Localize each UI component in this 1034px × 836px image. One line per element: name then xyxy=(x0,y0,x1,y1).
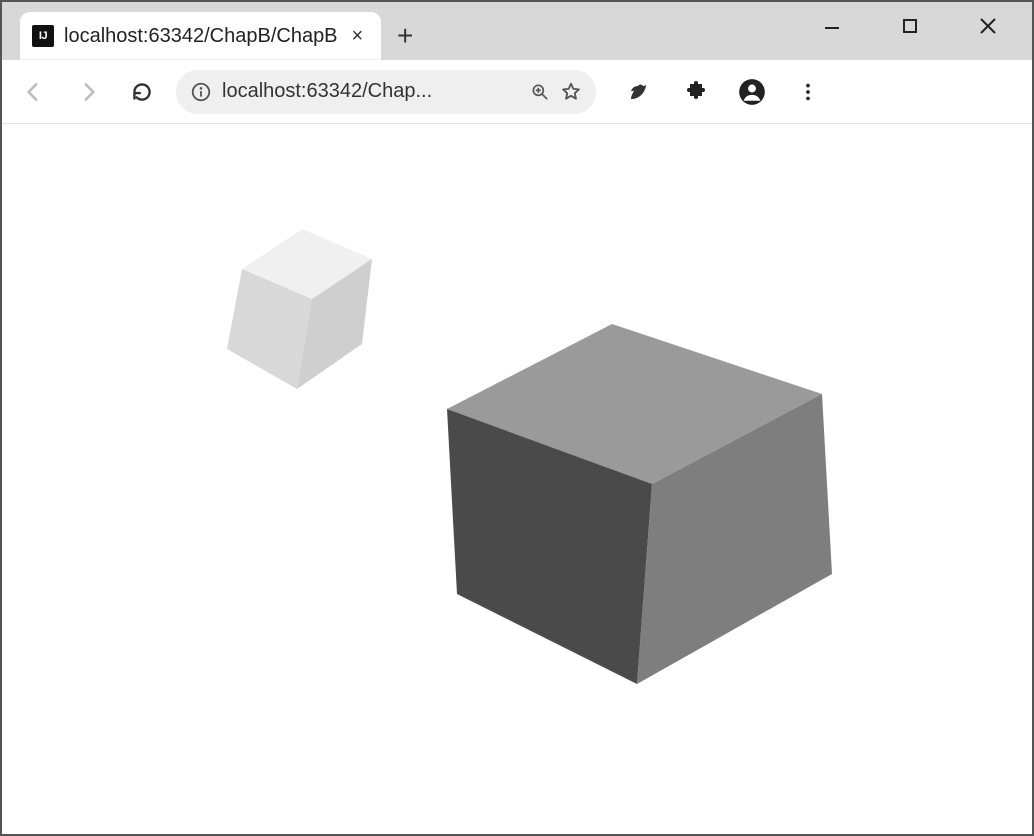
address-url: localhost:63342/Chap... xyxy=(222,80,520,103)
profile-avatar-icon[interactable] xyxy=(734,74,770,110)
window-close-button[interactable] xyxy=(966,6,1010,46)
forward-button[interactable] xyxy=(68,72,108,112)
browser-window: IJ localhost:63342/ChapB/ChapB × + xyxy=(0,0,1034,836)
zoom-icon[interactable] xyxy=(530,82,550,102)
large-cube xyxy=(447,324,832,684)
reload-button[interactable] xyxy=(122,72,162,112)
active-tab[interactable]: IJ localhost:63342/ChapB/ChapB × xyxy=(20,12,381,60)
window-controls xyxy=(810,2,1026,50)
toolbar: localhost:63342/Chap... xyxy=(2,60,1032,124)
kebab-menu-icon[interactable] xyxy=(790,74,826,110)
extensions-puzzle-icon[interactable] xyxy=(678,74,714,110)
arrow-left-icon xyxy=(21,79,47,105)
favicon-icon: IJ xyxy=(32,25,54,47)
small-cube xyxy=(227,229,372,389)
back-button[interactable] xyxy=(14,72,54,112)
toolbar-actions xyxy=(622,74,826,110)
page-viewport xyxy=(2,124,1032,834)
address-bar[interactable]: localhost:63342/Chap... xyxy=(176,70,596,114)
tab-title: localhost:63342/ChapB/ChapB xyxy=(64,25,338,48)
titlebar: IJ localhost:63342/ChapB/ChapB × + xyxy=(2,2,1032,60)
reload-icon xyxy=(129,79,155,105)
bookmark-star-icon[interactable] xyxy=(560,81,582,103)
site-info-icon[interactable] xyxy=(190,81,212,103)
window-minimize-button[interactable] xyxy=(810,6,854,46)
extension-bird-icon[interactable] xyxy=(622,74,658,110)
tab-close-button[interactable]: × xyxy=(348,23,368,50)
new-tab-button[interactable]: + xyxy=(381,12,429,60)
arrow-right-icon xyxy=(75,79,101,105)
webgl-canvas xyxy=(2,124,1032,834)
window-maximize-button[interactable] xyxy=(888,6,932,46)
